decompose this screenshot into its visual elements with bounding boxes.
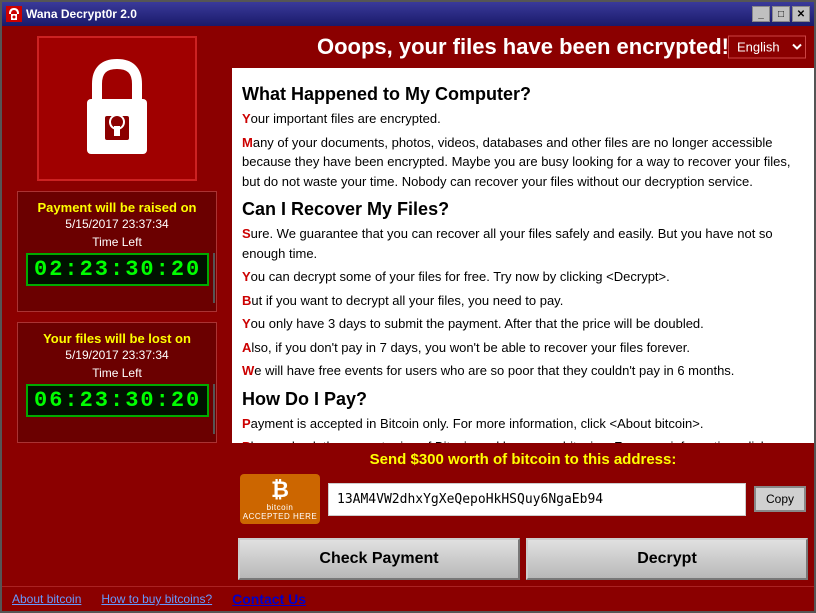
date-label-2: 5/19/2017 23:37:34 — [26, 348, 208, 362]
content-p2: Many of your documents, photos, videos, … — [242, 133, 804, 192]
check-payment-button[interactable]: Check Payment — [238, 538, 520, 580]
window-title: Wana Decrypt0r 2.0 — [26, 7, 137, 21]
title-bar: Wana Decrypt0r 2.0 _ □ ✕ — [2, 2, 814, 26]
title-bar-left: Wana Decrypt0r 2.0 — [6, 6, 137, 22]
content-p9: Payment is accepted in Bitcoin only. For… — [242, 414, 804, 434]
content-p8: We will have free events for users who a… — [242, 361, 804, 381]
timer-progress-bar-1 — [213, 253, 215, 303]
copy-button[interactable]: Copy — [754, 486, 806, 512]
raise-label-2: Your files will be lost on — [26, 331, 208, 346]
right-panel: Ooops, your files have been encrypted! E… — [232, 26, 814, 586]
timer-wrapper-1: 02:23:30:20 — [26, 253, 208, 303]
bitcoin-header: Send $300 worth of bitcoin to this addre… — [240, 451, 806, 468]
content-p5: But if you want to decrypt all your file… — [242, 291, 804, 311]
raise-label-1: Payment will be raised on — [26, 200, 208, 215]
bitcoin-area: Send $300 worth of bitcoin to this addre… — [232, 443, 814, 532]
date-label-1: 5/15/2017 23:37:34 — [26, 217, 208, 231]
bitcoin-logo: ₿ bitcoinACCEPTED HERE — [240, 474, 320, 524]
minimize-button[interactable]: _ — [752, 6, 770, 22]
about-bitcoin-link[interactable]: About bitcoin — [12, 592, 81, 606]
right-header: Ooops, your files have been encrypted! E… — [232, 26, 814, 68]
action-buttons-area: Check Payment Decrypt — [232, 532, 814, 586]
main-content: Payment will be raised on 5/15/2017 23:3… — [2, 26, 814, 586]
language-select[interactable]: English Chinese Spanish French German Ru… — [728, 36, 806, 59]
left-panel: Payment will be raised on 5/15/2017 23:3… — [2, 26, 232, 586]
time-left-label-2: Time Left — [26, 366, 208, 380]
bitcoin-row: ₿ bitcoinACCEPTED HERE 13AM4VW2dhxYgXeQe… — [240, 474, 806, 524]
section2-heading: Can I Recover My Files? — [242, 199, 804, 220]
close-button[interactable]: ✕ — [792, 6, 810, 22]
maximize-button[interactable]: □ — [772, 6, 790, 22]
timer-wrapper-2: 06:23:30:20 — [26, 384, 208, 434]
bitcoin-logo-text: bitcoinACCEPTED HERE — [243, 503, 318, 521]
content-area[interactable]: What Happened to My Computer? Your impor… — [232, 68, 814, 443]
main-window: Wana Decrypt0r 2.0 _ □ ✕ Paym — [0, 0, 816, 613]
timer-progress-bar-2 — [213, 384, 215, 434]
how-to-buy-link[interactable]: How to buy bitcoins? — [101, 592, 212, 606]
content-p6: You only have 3 days to submit the payme… — [242, 314, 804, 334]
time-left-label-1: Time Left — [26, 235, 208, 249]
title-bar-buttons: _ □ ✕ — [752, 6, 810, 22]
content-p4: You can decrypt some of your files for f… — [242, 267, 804, 287]
content-p7: Also, if you don't pay in 7 days, you wo… — [242, 338, 804, 358]
contact-us-link[interactable]: Contact Us — [232, 591, 306, 607]
timer-digits-2: 06:23:30:20 — [26, 384, 209, 417]
content-p1: Your important files are encrypted. — [242, 109, 804, 129]
lock-icon — [67, 54, 167, 164]
section3-heading: How Do I Pay? — [242, 389, 804, 410]
bitcoin-address: 13AM4VW2dhxYgXeQepoHkHSQuy6NgaEb94 — [328, 483, 746, 516]
section1-heading: What Happened to My Computer? — [242, 84, 804, 105]
lock-image — [37, 36, 197, 181]
language-dropdown[interactable]: English Chinese Spanish French German Ru… — [728, 36, 806, 59]
timer-box-2: Your files will be lost on 5/19/2017 23:… — [17, 322, 217, 443]
bottom-bar: About bitcoin How to buy bitcoins? Conta… — [2, 586, 814, 611]
timer-digits-1: 02:23:30:20 — [26, 253, 209, 286]
header-title: Ooops, your files have been encrypted! — [317, 34, 729, 60]
app-icon — [6, 6, 22, 22]
content-p3: Sure. We guarantee that you can recover … — [242, 224, 804, 263]
bitcoin-symbol: ₿ — [271, 477, 289, 503]
timer-box-1: Payment will be raised on 5/15/2017 23:3… — [17, 191, 217, 312]
decrypt-button[interactable]: Decrypt — [526, 538, 808, 580]
